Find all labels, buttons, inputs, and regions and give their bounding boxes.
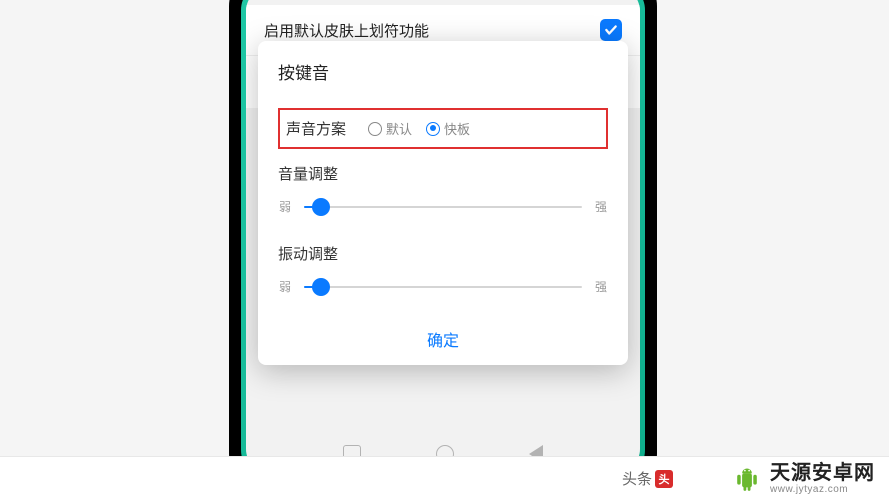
dialog-title: 按键音 [258, 59, 628, 98]
slider-min-label: 弱 [278, 198, 292, 215]
toutiao-badge: 头条 头 [622, 468, 673, 489]
toutiao-icon: 头 [655, 470, 673, 488]
radio-option-default[interactable]: 默认 [368, 119, 412, 138]
volume-slider[interactable] [304, 206, 582, 208]
logo-text-stack: 天源安卓网 www.jytyaz.com [770, 462, 875, 495]
phone-frame: 启用默认皮肤上划符功能 候选字体大小 〉 按键音 声音方案 默认 [229, 0, 657, 490]
slider-max-label: 强 [594, 198, 608, 215]
footer-bar: 头条 头 天源安卓网 www.jytyaz.com [0, 456, 889, 500]
volume-section: 音量调整 弱 强 [258, 153, 628, 233]
toutiao-text: 头条 [622, 468, 652, 489]
sound-scheme-radio-group: 默认 快板 [368, 119, 470, 138]
sound-scheme-row: 声音方案 默认 快板 [278, 108, 608, 149]
logo-url: www.jytyaz.com [770, 484, 875, 495]
radio-icon-selected [426, 122, 440, 136]
android-logo-icon [732, 465, 762, 493]
vibration-section: 振动调整 弱 强 [258, 233, 628, 313]
phone-screen: 启用默认皮肤上划符功能 候选字体大小 〉 按键音 声音方案 默认 [246, 0, 640, 473]
logo-title: 天源安卓网 [770, 462, 875, 484]
slider-min-label: 弱 [278, 278, 292, 295]
radio-icon [368, 122, 382, 136]
vibration-label: 振动调整 [278, 243, 608, 264]
slider-thumb[interactable] [312, 278, 330, 296]
keypad-sound-dialog: 按键音 声音方案 默认 快板 音量调整 [258, 41, 628, 365]
confirm-button[interactable]: 确定 [258, 313, 628, 365]
vibration-slider-row: 弱 强 [278, 278, 608, 313]
radio-label: 默认 [386, 119, 412, 138]
slider-max-label: 强 [594, 278, 608, 295]
setting-label: 启用默认皮肤上划符功能 [264, 20, 429, 41]
site-logo: 天源安卓网 www.jytyaz.com [732, 462, 875, 495]
phone-bezel: 启用默认皮肤上划符功能 候选字体大小 〉 按键音 声音方案 默认 [241, 0, 645, 478]
sound-scheme-label: 声音方案 [286, 118, 346, 139]
slider-thumb[interactable] [312, 198, 330, 216]
radio-option-kuaiban[interactable]: 快板 [426, 119, 470, 138]
volume-slider-row: 弱 强 [278, 198, 608, 233]
checkbox-on-icon[interactable] [600, 19, 622, 41]
radio-label: 快板 [444, 119, 470, 138]
vibration-slider[interactable] [304, 286, 582, 288]
volume-label: 音量调整 [278, 163, 608, 184]
